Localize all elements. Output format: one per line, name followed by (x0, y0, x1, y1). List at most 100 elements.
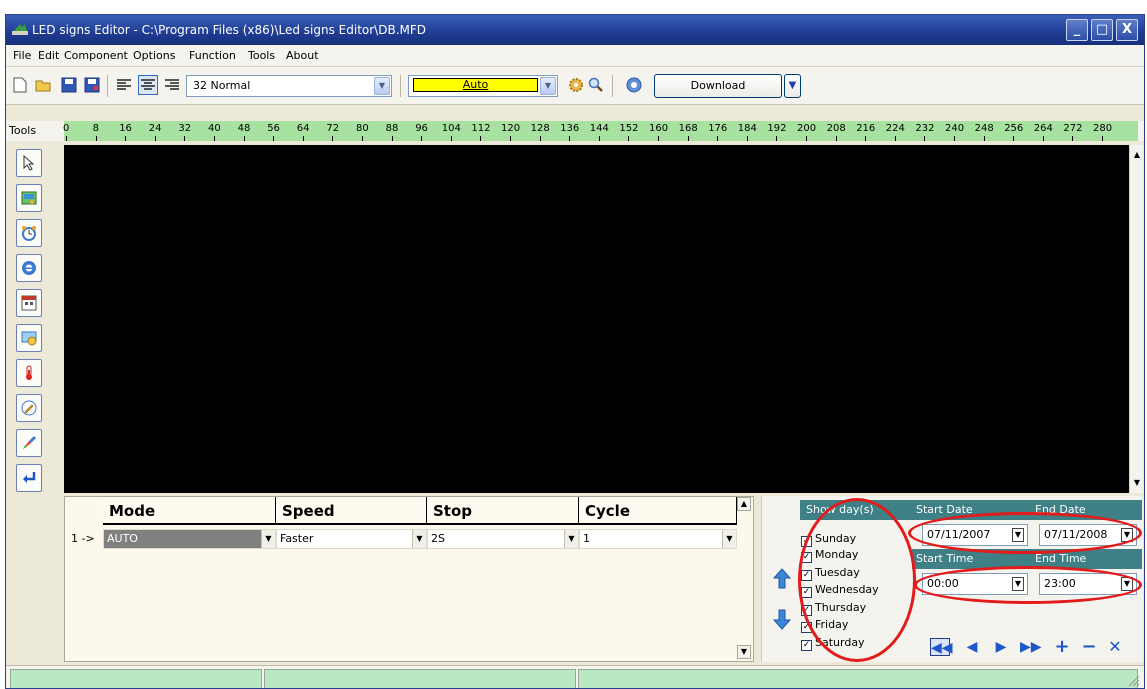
chevron-down-icon[interactable]: ▼ (540, 77, 556, 95)
ruler-tick-label: 184 (737, 123, 757, 134)
ruler-tick-label: 56 (267, 123, 280, 134)
menu-function[interactable]: Function (189, 49, 236, 62)
date-header: Start Date End Date (912, 500, 1142, 520)
chevron-down-icon[interactable]: ▼ (412, 530, 426, 548)
checkbox-icon[interactable]: ✓ (801, 552, 812, 563)
tool-picture[interactable] (16, 184, 42, 212)
day-sunday[interactable]: ✓ Sunday (801, 532, 856, 548)
start-time-field[interactable]: 00:00 ▼ (922, 573, 1028, 595)
cycle-cell[interactable]: 1 ▼ (579, 529, 737, 549)
open-button[interactable] (34, 75, 54, 95)
tool-clock[interactable] (16, 219, 42, 247)
new-button[interactable] (10, 75, 30, 95)
scroll-down-icon[interactable]: ▼ (737, 645, 751, 659)
menu-file[interactable]: File (13, 49, 31, 62)
cancel-record-button[interactable]: ✕ (1105, 638, 1125, 656)
checkbox-icon[interactable]: ✓ (801, 640, 812, 651)
mode-cell[interactable]: AUTO ▼ (103, 529, 276, 549)
tool-pointer[interactable] (16, 149, 42, 177)
chevron-down-icon[interactable]: ▼ (261, 530, 275, 548)
day-friday[interactable]: ✓ Friday (801, 618, 848, 634)
speed-cell[interactable]: Faster ▼ (276, 529, 427, 549)
menu-options[interactable]: Options (133, 49, 175, 62)
ruler-tick (658, 136, 659, 141)
checkbox-icon[interactable]: ✓ (801, 587, 812, 598)
save-button[interactable] (59, 75, 79, 95)
checkbox-icon[interactable]: ✓ (801, 570, 812, 581)
led-preview-canvas[interactable] (64, 145, 1129, 493)
scroll-up-icon[interactable]: ▲ (1131, 149, 1143, 161)
column-header-speed[interactable]: Speed (276, 497, 427, 525)
checkbox-icon[interactable]: ✓ (801, 536, 812, 547)
spin-icon[interactable]: ▼ (1012, 577, 1024, 591)
download-options-button[interactable]: ▼ (784, 74, 801, 98)
last-record-button[interactable]: ▶▶ (1020, 638, 1042, 656)
align-right-button[interactable] (162, 75, 182, 95)
cycle-value: 1 (583, 532, 590, 545)
tool-paint[interactable] (16, 429, 42, 457)
prev-record-button[interactable]: ◀ (962, 638, 982, 656)
row-indicator: 1 -> (71, 532, 95, 545)
ruler-tick (776, 136, 778, 141)
day-thursday[interactable]: ✓ Thursday (801, 601, 866, 617)
tool-web[interactable] (16, 254, 42, 282)
first-record-button[interactable]: ◀◀ (930, 638, 953, 656)
next-record-button[interactable]: ▶ (991, 638, 1011, 656)
menu-about[interactable]: About (286, 49, 319, 62)
align-center-button[interactable] (138, 75, 158, 95)
date-picker-icon[interactable]: ▼ (1121, 528, 1133, 542)
tool-calendar[interactable] (16, 289, 42, 317)
scroll-down-icon[interactable]: ▼ (1131, 477, 1143, 489)
chevron-down-icon[interactable]: ▼ (564, 530, 578, 548)
move-up-icon[interactable] (772, 568, 792, 590)
menu-component[interactable]: Component (64, 49, 128, 62)
checkbox-icon[interactable]: ✓ (801, 622, 812, 633)
column-header-cycle[interactable]: Cycle (579, 497, 737, 525)
spin-icon[interactable]: ▼ (1121, 577, 1133, 591)
color-select[interactable]: Auto ▼ (408, 75, 558, 97)
menu-edit[interactable]: Edit (38, 49, 59, 62)
day-saturday[interactable]: ✓ Saturday (801, 636, 865, 652)
date-picker-icon[interactable]: ▼ (1012, 528, 1024, 542)
column-header-stop[interactable]: Stop (427, 497, 579, 525)
search-button[interactable] (586, 75, 606, 95)
scroll-up-icon[interactable]: ▲ (737, 497, 751, 511)
delete-record-button[interactable]: − (1079, 638, 1099, 656)
maximize-button[interactable]: □ (1091, 19, 1113, 41)
add-record-button[interactable]: + (1052, 638, 1072, 656)
chevron-down-icon[interactable]: ▼ (374, 77, 390, 95)
close-button[interactable]: X (1116, 19, 1138, 41)
stop-cell[interactable]: 2S ▼ (427, 529, 579, 549)
column-header-mode[interactable]: Mode (103, 497, 276, 525)
font-size-select[interactable]: 32 Normal ▼ (186, 75, 392, 97)
chevron-down-icon[interactable]: ▼ (722, 530, 736, 548)
start-date-field[interactable]: 07/11/2007 ▼ (922, 524, 1028, 546)
ruler-tick-label: 280 (1093, 123, 1113, 134)
canvas-scrollbar[interactable]: ▲ ▼ (1129, 145, 1143, 493)
horizontal-ruler: 0 8 16 24 32 40 48 56 64 72 80 88 96 104 112 120 128 136 1… (63, 121, 1138, 141)
move-down-icon[interactable] (772, 608, 792, 630)
grid-scrollbar[interactable]: ▲ ▼ (737, 497, 751, 661)
day-monday[interactable]: ✓ Monday (801, 548, 858, 564)
end-time-field[interactable]: 23:00 ▼ (1039, 573, 1137, 595)
download-button[interactable]: Download (654, 74, 782, 98)
tool-temperature[interactable] (16, 359, 42, 387)
day-wednesday[interactable]: ✓ Wednesday (801, 583, 879, 599)
align-left-button[interactable] (114, 75, 134, 95)
checkbox-icon[interactable]: ✓ (801, 605, 812, 616)
help-button[interactable] (624, 75, 644, 95)
day-tuesday[interactable]: ✓ Tuesday (801, 566, 860, 582)
status-bar (6, 665, 1144, 688)
save-as-button[interactable] (82, 75, 102, 95)
tool-enter[interactable] (16, 464, 42, 492)
resize-grip-icon[interactable] (1128, 675, 1140, 687)
menu-tools[interactable]: Tools (248, 49, 275, 62)
settings-button[interactable] (566, 75, 586, 95)
tool-text[interactable] (16, 394, 42, 422)
end-date-field[interactable]: 07/11/2008 ▼ (1039, 524, 1137, 546)
ruler-tick-label: 64 (296, 123, 310, 134)
tool-timer[interactable] (16, 324, 42, 352)
day-label: Friday (815, 618, 849, 631)
clock-icon (22, 226, 36, 241)
minimize-button[interactable]: _ (1066, 19, 1088, 41)
